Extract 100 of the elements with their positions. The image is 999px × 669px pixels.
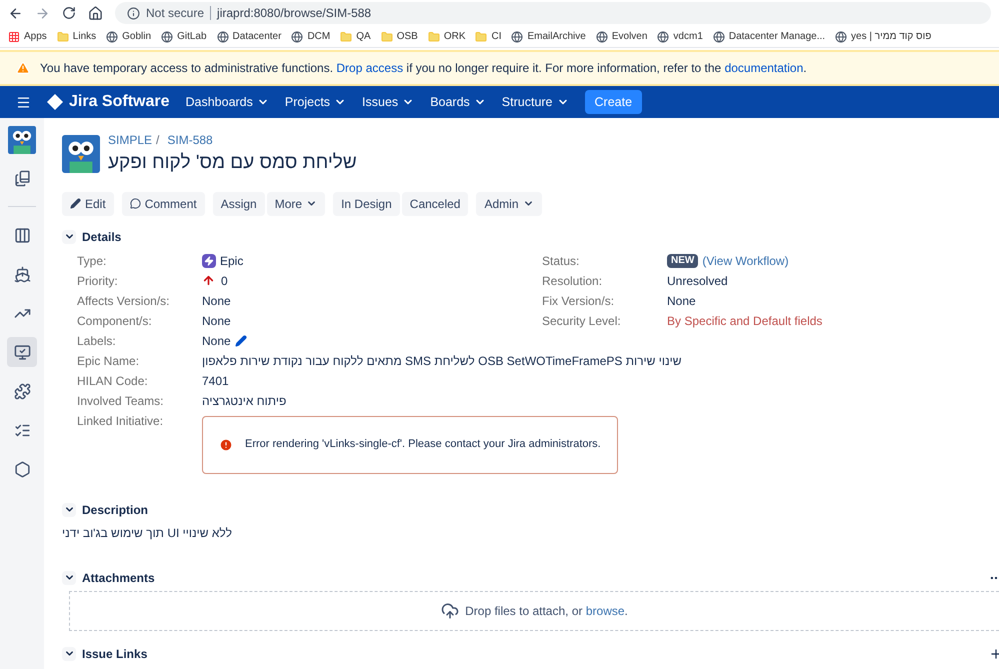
field-label: Security Level: bbox=[542, 312, 622, 330]
bookmark-link[interactable]: OSB bbox=[396, 29, 418, 44]
folder-icon bbox=[56, 30, 69, 42]
field-label: Status: bbox=[542, 252, 580, 270]
back-icon[interactable] bbox=[8, 6, 23, 20]
project-avatar bbox=[62, 135, 100, 174]
field-label: Component/s: bbox=[77, 312, 153, 330]
browse-link[interactable]: browse bbox=[586, 604, 625, 618]
warning-icon bbox=[16, 61, 30, 75]
backlog-icon bbox=[14, 170, 30, 186]
bookmark-link[interactable]: Datacenter bbox=[232, 29, 282, 44]
bookmark-link[interactable]: vdcm1 bbox=[673, 29, 703, 44]
banner-link[interactable]: documentation bbox=[724, 61, 804, 75]
nav-menu[interactable]: Dashboards bbox=[185, 92, 269, 112]
drop-zone[interactable]: Drop files to attach, or browse. bbox=[69, 590, 999, 630]
toolbar-button[interactable]: Edit bbox=[62, 192, 114, 216]
toolbar-button[interactable]: Canceled bbox=[402, 192, 468, 216]
edit-icon[interactable] bbox=[234, 334, 247, 346]
chevron-icon[interactable] bbox=[62, 646, 76, 660]
breadcrumb-link[interactable]: SIMPLE bbox=[108, 131, 152, 149]
bookmark-link[interactable]: DCM bbox=[307, 29, 330, 44]
field-value: Unresolved bbox=[667, 272, 728, 290]
toolbar-button[interactable]: Admin bbox=[476, 192, 542, 216]
section-title: Description bbox=[82, 502, 148, 518]
field-label: Resolution: bbox=[542, 272, 604, 290]
nav-menu[interactable]: Structure bbox=[502, 92, 569, 112]
drop-text: Drop files to attach, or browse. bbox=[465, 602, 628, 620]
section-title: Details bbox=[82, 228, 122, 246]
home-icon[interactable] bbox=[88, 6, 103, 20]
bookmark-link[interactable]: CI bbox=[491, 29, 502, 44]
field-value: None bbox=[202, 312, 231, 330]
banner-link[interactable]: Drop access bbox=[336, 61, 404, 75]
globe-icon bbox=[216, 30, 229, 42]
status-lozenge: NEW bbox=[667, 254, 698, 268]
field-value: פיתוח אינטגרציה bbox=[202, 392, 286, 410]
breadcrumb-link[interactable]: SIM-588 bbox=[167, 131, 213, 149]
section-title: Issue Links bbox=[82, 646, 148, 662]
bookmark-link[interactable]: QA bbox=[356, 29, 371, 44]
security-label: Not secure bbox=[146, 5, 204, 22]
folder-icon bbox=[340, 30, 352, 42]
globe-icon bbox=[712, 30, 725, 42]
description-text: תוך שימוש בג'וב ידני UI ללא שינויי bbox=[62, 524, 232, 542]
add-icon[interactable] bbox=[989, 646, 999, 660]
globe-icon bbox=[161, 30, 174, 42]
error-icon bbox=[219, 438, 233, 452]
puzzle-icon bbox=[14, 382, 30, 400]
field-value: None bbox=[202, 292, 231, 310]
bookmark-link[interactable]: Goblin bbox=[122, 29, 152, 44]
toolbar-button[interactable]: In Design bbox=[333, 192, 400, 216]
field-label: Priority: bbox=[77, 272, 119, 290]
bookmark-link[interactable]: ORK bbox=[444, 29, 466, 44]
apps-icon bbox=[8, 30, 20, 42]
field-value: None bbox=[202, 332, 231, 350]
nav-menu[interactable]: Boards bbox=[430, 92, 486, 112]
columns-icon bbox=[14, 226, 30, 244]
field-label: Epic Name: bbox=[77, 352, 140, 370]
field-label: Labels: bbox=[77, 332, 117, 350]
sidebar-item[interactable] bbox=[7, 337, 37, 367]
globe-icon bbox=[596, 30, 608, 42]
edit-icon bbox=[70, 198, 81, 209]
field-label: Fix Version/s: bbox=[542, 292, 616, 310]
error-message: Error rendering 'vLinks-single-cf'. Please contact your Jira administrators. bbox=[245, 437, 601, 452]
menu-icon[interactable] bbox=[16, 94, 31, 110]
chevron-icon[interactable] bbox=[62, 230, 76, 244]
nav-menu[interactable]: Issues bbox=[362, 92, 414, 112]
globe-icon bbox=[106, 30, 118, 42]
banner-message: You have temporary access to administrative functions. Drop access if you no longer require it. For more information, refer to the documentation. bbox=[40, 60, 807, 77]
jira-logo-icon bbox=[47, 94, 63, 110]
bookmark-link[interactable]: yes | פוס קוד ממיר bbox=[851, 29, 932, 44]
field-value: 7401 bbox=[202, 372, 229, 390]
bookmark-link[interactable]: EmailArchive bbox=[527, 29, 586, 44]
address-bar[interactable]: Not secure jiraprd:8080/browse/SIM-588 bbox=[115, 2, 991, 24]
forward-icon[interactable] bbox=[35, 6, 50, 20]
nav-menu[interactable]: Projects bbox=[284, 92, 346, 112]
epic-icon bbox=[202, 254, 216, 268]
globe-icon bbox=[291, 30, 304, 42]
chevron-icon[interactable] bbox=[62, 570, 76, 584]
field-value: None bbox=[667, 292, 696, 310]
reload-icon[interactable] bbox=[62, 6, 76, 20]
field-value: 0 bbox=[221, 272, 228, 290]
product-name[interactable]: Jira Software bbox=[69, 90, 170, 114]
bookmark-link[interactable]: Apps bbox=[24, 29, 47, 44]
toolbar-button[interactable]: Comment bbox=[122, 192, 205, 216]
workflow-link[interactable]: (View Workflow) bbox=[702, 252, 789, 270]
field-label: Type: bbox=[77, 252, 108, 270]
bookmark-link[interactable]: Evolven bbox=[612, 29, 648, 44]
field-value: Epic bbox=[220, 252, 244, 270]
bookmark-link[interactable]: Links bbox=[72, 29, 96, 44]
globe-icon bbox=[657, 30, 670, 42]
bookmark-link[interactable]: GitLab bbox=[177, 29, 207, 44]
toolbar-button[interactable]: Assign bbox=[212, 192, 265, 216]
field-label: HILAN Code: bbox=[77, 372, 149, 390]
bookmark-link[interactable]: Datacenter Manage... bbox=[728, 29, 826, 44]
field-value: By Specific and Default fields bbox=[667, 312, 822, 330]
cloud-upload-icon bbox=[441, 602, 460, 620]
issue-title: שליחת סמס עם מס' לקוח ופקע bbox=[108, 151, 357, 175]
toolbar-button[interactable]: More bbox=[266, 192, 326, 216]
chevron-icon[interactable] bbox=[62, 502, 76, 516]
folder-icon bbox=[380, 30, 393, 42]
create-button[interactable]: Create bbox=[584, 90, 642, 114]
